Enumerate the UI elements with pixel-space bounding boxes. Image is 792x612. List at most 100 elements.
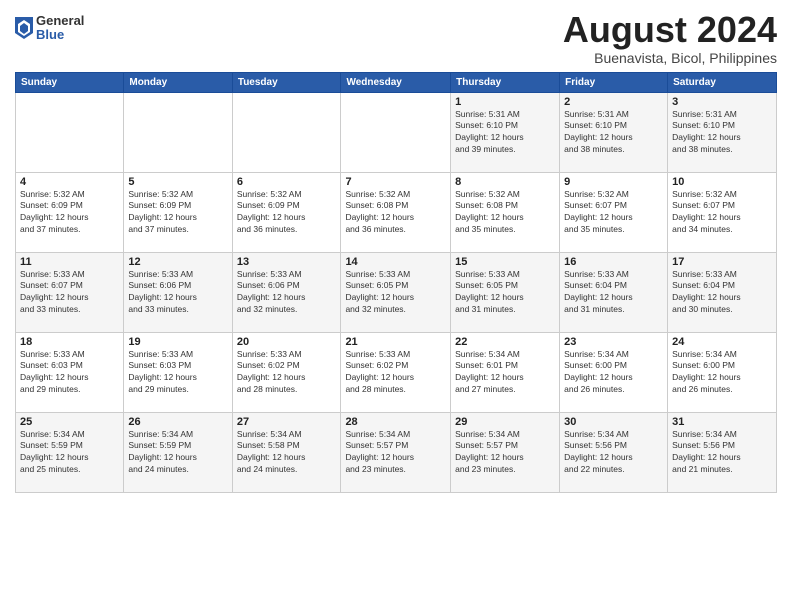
- calendar-week-1: 4Sunrise: 5:32 AM Sunset: 6:09 PM Daylig…: [16, 172, 777, 252]
- logo-general-text: General: [36, 14, 84, 28]
- day-number: 25: [20, 416, 119, 428]
- col-thursday: Thursday: [451, 72, 560, 92]
- day-number: 27: [237, 416, 337, 428]
- day-info: Sunrise: 5:32 AM Sunset: 6:07 PM Dayligh…: [672, 189, 772, 237]
- day-number: 26: [128, 416, 227, 428]
- day-info: Sunrise: 5:33 AM Sunset: 6:05 PM Dayligh…: [345, 269, 446, 317]
- calendar-cell: 11Sunrise: 5:33 AM Sunset: 6:07 PM Dayli…: [16, 252, 124, 332]
- day-info: Sunrise: 5:32 AM Sunset: 6:09 PM Dayligh…: [237, 189, 337, 237]
- calendar-cell: [124, 92, 232, 172]
- day-number: 28: [345, 416, 446, 428]
- calendar-cell: 9Sunrise: 5:32 AM Sunset: 6:07 PM Daylig…: [560, 172, 668, 252]
- calendar-cell: 6Sunrise: 5:32 AM Sunset: 6:09 PM Daylig…: [232, 172, 341, 252]
- day-info: Sunrise: 5:33 AM Sunset: 6:03 PM Dayligh…: [20, 349, 119, 397]
- calendar-cell: 25Sunrise: 5:34 AM Sunset: 5:59 PM Dayli…: [16, 412, 124, 492]
- col-saturday: Saturday: [668, 72, 777, 92]
- calendar-cell: 27Sunrise: 5:34 AM Sunset: 5:58 PM Dayli…: [232, 412, 341, 492]
- calendar-cell: 1Sunrise: 5:31 AM Sunset: 6:10 PM Daylig…: [451, 92, 560, 172]
- day-info: Sunrise: 5:33 AM Sunset: 6:04 PM Dayligh…: [564, 269, 663, 317]
- day-info: Sunrise: 5:32 AM Sunset: 6:09 PM Dayligh…: [20, 189, 119, 237]
- calendar-cell: 21Sunrise: 5:33 AM Sunset: 6:02 PM Dayli…: [341, 332, 451, 412]
- day-info: Sunrise: 5:33 AM Sunset: 6:06 PM Dayligh…: [128, 269, 227, 317]
- header: General Blue August 2024 Buenavista, Bic…: [15, 10, 777, 66]
- month-year-title: August 2024: [563, 10, 777, 50]
- col-tuesday: Tuesday: [232, 72, 341, 92]
- day-number: 16: [564, 256, 663, 268]
- calendar-header: Sunday Monday Tuesday Wednesday Thursday…: [16, 72, 777, 92]
- day-number: 5: [128, 176, 227, 188]
- calendar-cell: 13Sunrise: 5:33 AM Sunset: 6:06 PM Dayli…: [232, 252, 341, 332]
- logo-icon: [15, 17, 33, 39]
- day-number: 19: [128, 336, 227, 348]
- day-info: Sunrise: 5:31 AM Sunset: 6:10 PM Dayligh…: [455, 109, 555, 157]
- calendar-cell: 4Sunrise: 5:32 AM Sunset: 6:09 PM Daylig…: [16, 172, 124, 252]
- calendar-week-2: 11Sunrise: 5:33 AM Sunset: 6:07 PM Dayli…: [16, 252, 777, 332]
- day-info: Sunrise: 5:34 AM Sunset: 5:59 PM Dayligh…: [128, 429, 227, 477]
- day-number: 7: [345, 176, 446, 188]
- calendar-cell: 12Sunrise: 5:33 AM Sunset: 6:06 PM Dayli…: [124, 252, 232, 332]
- calendar-cell: 3Sunrise: 5:31 AM Sunset: 6:10 PM Daylig…: [668, 92, 777, 172]
- day-number: 10: [672, 176, 772, 188]
- calendar-cell: 16Sunrise: 5:33 AM Sunset: 6:04 PM Dayli…: [560, 252, 668, 332]
- day-number: 1: [455, 96, 555, 108]
- day-number: 6: [237, 176, 337, 188]
- day-number: 22: [455, 336, 555, 348]
- logo-blue-text: Blue: [36, 28, 84, 42]
- day-number: 13: [237, 256, 337, 268]
- day-info: Sunrise: 5:34 AM Sunset: 5:57 PM Dayligh…: [345, 429, 446, 477]
- col-friday: Friday: [560, 72, 668, 92]
- calendar-cell: 22Sunrise: 5:34 AM Sunset: 6:01 PM Dayli…: [451, 332, 560, 412]
- calendar-cell: [341, 92, 451, 172]
- calendar-cell: [16, 92, 124, 172]
- calendar-cell: 29Sunrise: 5:34 AM Sunset: 5:57 PM Dayli…: [451, 412, 560, 492]
- calendar-cell: 30Sunrise: 5:34 AM Sunset: 5:56 PM Dayli…: [560, 412, 668, 492]
- calendar-week-0: 1Sunrise: 5:31 AM Sunset: 6:10 PM Daylig…: [16, 92, 777, 172]
- calendar-body: 1Sunrise: 5:31 AM Sunset: 6:10 PM Daylig…: [16, 92, 777, 492]
- logo: General Blue: [15, 14, 84, 43]
- day-info: Sunrise: 5:33 AM Sunset: 6:06 PM Dayligh…: [237, 269, 337, 317]
- calendar-cell: 2Sunrise: 5:31 AM Sunset: 6:10 PM Daylig…: [560, 92, 668, 172]
- calendar-cell: 28Sunrise: 5:34 AM Sunset: 5:57 PM Dayli…: [341, 412, 451, 492]
- day-number: 2: [564, 96, 663, 108]
- calendar-cell: 19Sunrise: 5:33 AM Sunset: 6:03 PM Dayli…: [124, 332, 232, 412]
- day-number: 31: [672, 416, 772, 428]
- day-number: 11: [20, 256, 119, 268]
- calendar-cell: 10Sunrise: 5:32 AM Sunset: 6:07 PM Dayli…: [668, 172, 777, 252]
- calendar-cell: 5Sunrise: 5:32 AM Sunset: 6:09 PM Daylig…: [124, 172, 232, 252]
- location-subtitle: Buenavista, Bicol, Philippines: [563, 50, 777, 66]
- calendar-cell: 18Sunrise: 5:33 AM Sunset: 6:03 PM Dayli…: [16, 332, 124, 412]
- day-info: Sunrise: 5:33 AM Sunset: 6:02 PM Dayligh…: [345, 349, 446, 397]
- day-info: Sunrise: 5:33 AM Sunset: 6:05 PM Dayligh…: [455, 269, 555, 317]
- day-number: 12: [128, 256, 227, 268]
- day-number: 24: [672, 336, 772, 348]
- day-number: 4: [20, 176, 119, 188]
- day-info: Sunrise: 5:34 AM Sunset: 5:58 PM Dayligh…: [237, 429, 337, 477]
- calendar-week-3: 18Sunrise: 5:33 AM Sunset: 6:03 PM Dayli…: [16, 332, 777, 412]
- day-info: Sunrise: 5:34 AM Sunset: 6:01 PM Dayligh…: [455, 349, 555, 397]
- day-number: 3: [672, 96, 772, 108]
- day-info: Sunrise: 5:34 AM Sunset: 6:00 PM Dayligh…: [564, 349, 663, 397]
- col-sunday: Sunday: [16, 72, 124, 92]
- day-number: 21: [345, 336, 446, 348]
- day-info: Sunrise: 5:32 AM Sunset: 6:08 PM Dayligh…: [455, 189, 555, 237]
- calendar-cell: 14Sunrise: 5:33 AM Sunset: 6:05 PM Dayli…: [341, 252, 451, 332]
- day-info: Sunrise: 5:32 AM Sunset: 6:07 PM Dayligh…: [564, 189, 663, 237]
- day-number: 23: [564, 336, 663, 348]
- day-number: 9: [564, 176, 663, 188]
- day-info: Sunrise: 5:31 AM Sunset: 6:10 PM Dayligh…: [672, 109, 772, 157]
- calendar-week-4: 25Sunrise: 5:34 AM Sunset: 5:59 PM Dayli…: [16, 412, 777, 492]
- day-info: Sunrise: 5:34 AM Sunset: 5:56 PM Dayligh…: [564, 429, 663, 477]
- logo-text: General Blue: [36, 14, 84, 43]
- day-info: Sunrise: 5:34 AM Sunset: 5:57 PM Dayligh…: [455, 429, 555, 477]
- title-section: August 2024 Buenavista, Bicol, Philippin…: [563, 10, 777, 66]
- day-number: 17: [672, 256, 772, 268]
- page-container: General Blue August 2024 Buenavista, Bic…: [0, 0, 792, 503]
- calendar-cell: 8Sunrise: 5:32 AM Sunset: 6:08 PM Daylig…: [451, 172, 560, 252]
- col-monday: Monday: [124, 72, 232, 92]
- calendar-cell: 26Sunrise: 5:34 AM Sunset: 5:59 PM Dayli…: [124, 412, 232, 492]
- day-number: 15: [455, 256, 555, 268]
- day-info: Sunrise: 5:34 AM Sunset: 6:00 PM Dayligh…: [672, 349, 772, 397]
- day-info: Sunrise: 5:33 AM Sunset: 6:07 PM Dayligh…: [20, 269, 119, 317]
- day-number: 30: [564, 416, 663, 428]
- day-info: Sunrise: 5:34 AM Sunset: 5:59 PM Dayligh…: [20, 429, 119, 477]
